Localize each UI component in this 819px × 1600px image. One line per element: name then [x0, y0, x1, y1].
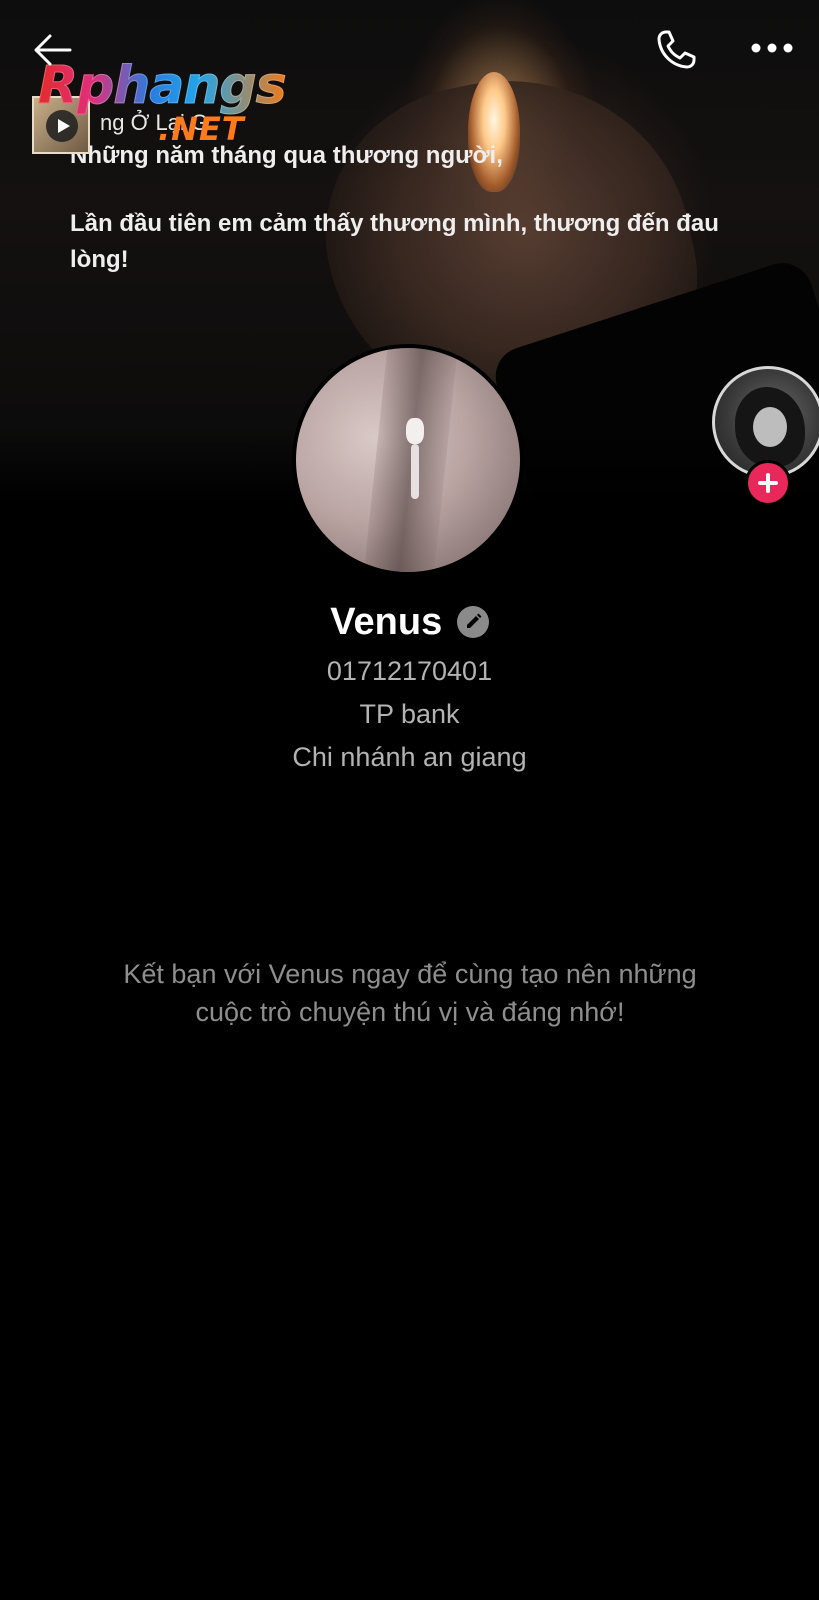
- add-friend-prompt-line-1: Kết bạn với Venus ngay để cùng tạo nên n…: [123, 959, 697, 989]
- profile-detail-branch: Chi nhánh an giang: [292, 742, 527, 772]
- back-button[interactable]: [30, 28, 76, 74]
- watermark-logo-suffix: .NET: [158, 110, 245, 148]
- profile-name: Venus: [330, 601, 443, 643]
- cover-caption-line-2: Lần đầu tiên em cảm thấy thương mình, th…: [70, 210, 719, 273]
- call-button[interactable]: [652, 26, 700, 74]
- avatar[interactable]: [292, 344, 524, 576]
- phone-icon: [657, 30, 696, 69]
- pencil-icon[interactable]: [456, 606, 489, 638]
- top-bar: [0, 0, 819, 100]
- profile-details: 01712170401 TP bank Chi nhánh an giang: [0, 650, 819, 779]
- add-friend-prompt: Kết bạn với Venus ngay để cùng tạo nên n…: [80, 955, 740, 1031]
- profile-screen: Những năm tháng qua thương người, Lần đầ…: [0, 0, 819, 1600]
- cover-caption: Những năm tháng qua thương người, Lần đầ…: [70, 138, 750, 278]
- story-avatar-face: [753, 407, 787, 447]
- profile-detail-bank: TP bank: [359, 699, 460, 729]
- profile-detail-phone: 01712170401: [326, 656, 493, 686]
- more-dots-icon: [751, 43, 793, 53]
- profile-name-row: Venus: [0, 596, 819, 648]
- add-friend-prompt-line-2: cuộc trò chuyện thú vị và đáng nhớ!: [195, 997, 625, 1027]
- plus-icon[interactable]: [745, 460, 791, 506]
- arrow-left-icon: [34, 34, 72, 66]
- avatar-kitten: [406, 418, 424, 499]
- more-button[interactable]: [748, 32, 798, 68]
